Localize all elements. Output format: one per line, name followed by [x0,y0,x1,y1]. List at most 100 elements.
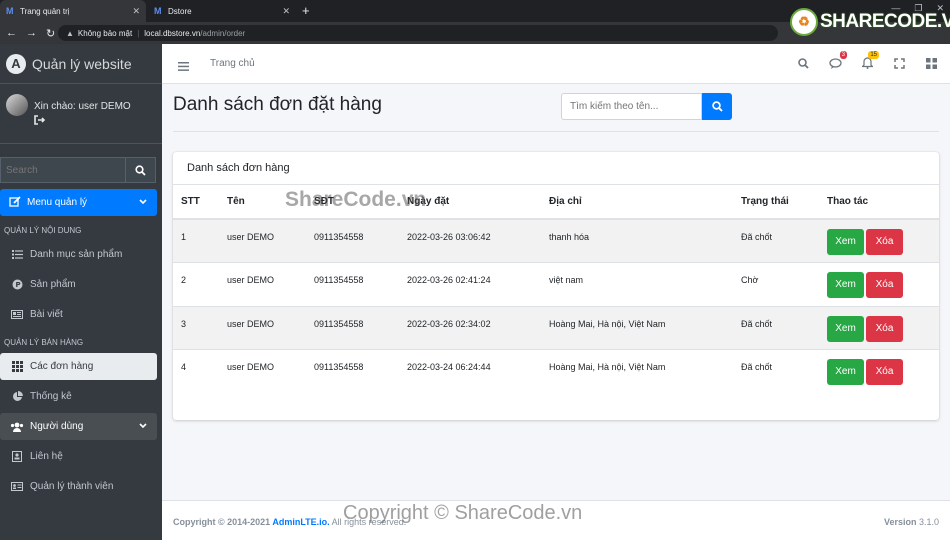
tab-label: Trang quản trị [20,6,70,16]
menu-toggle[interactable]: Menu quản lý [0,189,157,216]
footer-version: Version 3.1.0 [884,517,939,527]
back-icon[interactable]: ← [6,27,20,39]
cell-stt: 3 [173,305,219,350]
page-title: Danh sách đơn đặt hàng [173,94,382,115]
table-row: 1 user DEMO 0911354558 2022-03-26 03:06:… [173,218,939,263]
url-path: /admin/order [200,28,246,38]
sidebar-item-orders[interactable]: Các đơn hàng [0,353,157,380]
close-tab-icon[interactable]: ✕ [282,6,290,17]
sidebar-item-label: Các đơn hàng [30,361,94,372]
cell-address: Hoàng Mai, Hà nội, Việt Nam [541,305,733,350]
search-icon[interactable] [796,56,810,70]
sidebar-item-articles[interactable]: Bài viết [0,301,157,328]
delete-button[interactable]: Xóa [866,272,903,298]
user-greeting: Xin chào: user DEMO [34,101,131,112]
view-button[interactable]: Xem [827,272,864,298]
sidebar-item-label: Liên hệ [30,451,63,462]
browser-tab-dstore[interactable]: M Dstore ✕ [148,0,296,22]
top-icons: 3 15 [796,51,938,70]
sidebar-item-users[interactable]: Người dùng [0,413,157,440]
sidebar-item-categories[interactable]: Danh mục sản phẩm [0,241,157,268]
cell-name: user DEMO [219,262,306,306]
new-tab-button[interactable]: + [302,3,310,18]
order-search-button[interactable] [702,93,732,120]
delete-button[interactable]: Xóa [866,229,903,255]
cell-stt: 4 [173,349,219,393]
sidebar-item-label: Người dùng [30,421,84,432]
sidebar-item-label: Quản lý thành viên [30,481,114,492]
cell-stt: 2 [173,262,219,306]
cell-status: Đã chốt [733,349,819,393]
view-button[interactable]: Xem [827,229,864,255]
adminlte-link[interactable]: AdminLTE.io. [272,517,329,527]
brand-logo-icon: A [6,53,26,74]
sidebar-search [0,157,156,183]
cell-address: thanh hóa [541,218,733,263]
cell-actions: Xem Xóa [819,349,939,393]
cell-phone: 0911354558 [306,305,399,350]
cell-address: việt nam [541,262,733,306]
home-link[interactable]: Trang chủ [210,58,255,69]
cell-actions: Xem Xóa [819,262,939,306]
cell-actions: Xem Xóa [819,305,939,350]
svg-text:P: P [15,281,20,289]
logout-icon[interactable] [34,115,46,128]
section-header-sales: QUẢN LÝ BÁN HÀNG [4,338,84,347]
delete-button[interactable]: Xóa [866,359,903,385]
version-number: 3.1.0 [918,517,939,527]
sharecode-logo-icon: ♻ [790,8,818,36]
sidebar-search-button[interactable] [126,157,156,183]
sidebar-item-products[interactable]: P Sản phẩm [0,271,157,298]
sidebar-search-input[interactable] [0,157,126,183]
favicon-icon: M [154,5,162,16]
sidebar-item-members[interactable]: Quản lý thành viên [0,473,157,500]
browser-tab-admin[interactable]: M Trang quản trị ✕ [0,0,146,22]
url-field[interactable]: ▲ Không bảo mật | local.dbstore.vn /admi… [58,25,778,41]
hamburger-icon[interactable] [178,58,189,76]
table-row: 4 user DEMO 0911354558 2022-03-24 06:24:… [173,349,939,393]
tab-label: Dstore [168,6,192,16]
brand-text: Quản lý website [32,55,132,72]
column-header: Trạng thái [733,185,819,220]
cell-phone: 0911354558 [306,218,399,263]
cell-stt: 1 [173,218,219,263]
messages-icon[interactable]: 3 [828,51,847,70]
cell-name: user DEMO [219,305,306,350]
cell-date: 2022-03-26 02:34:02 [399,305,541,350]
bell-icon[interactable]: 15 [860,51,879,70]
forward-icon[interactable]: → [26,27,40,39]
pie-chart-icon [10,391,24,402]
id-card-icon [10,482,24,491]
view-button[interactable]: Xem [827,315,864,342]
sharecode-logo: ♻ SHARECODE.VN [790,8,950,36]
notifications-badge: 15 [868,51,879,59]
order-search-input[interactable] [561,93,702,120]
sidebar-item-contact[interactable]: Liên hệ [0,443,157,470]
cell-status: Đã chốt [733,305,819,350]
url-host: local.dbstore.vn [144,28,201,38]
sidebar-item-statistics[interactable]: Thống kê [0,383,157,410]
close-tab-icon[interactable]: ✕ [132,6,140,17]
view-button[interactable]: Xem [827,359,864,385]
top-navbar: Trang chủ 3 15 [162,44,950,84]
list-icon [10,250,24,259]
fullscreen-icon[interactable] [892,56,906,70]
edit-icon [9,195,21,210]
brand-link[interactable]: A Quản lý website [0,44,162,84]
messages-badge: 3 [839,51,847,59]
cell-status: Đã chốt [733,218,819,263]
apps-grid-icon[interactable] [924,56,938,70]
chevron-down-icon [139,421,147,432]
grid-icon [10,361,24,372]
sidebar: A Quản lý website Xin chào: user DEMO Me… [0,44,162,540]
card-title: Danh sách đơn hàng [187,162,290,174]
cell-name: user DEMO [219,218,306,263]
warning-icon: ▲ [66,28,74,38]
chevron-down-icon [139,197,147,208]
users-icon [10,422,24,432]
column-header: Thao tác [819,185,939,220]
delete-button[interactable]: Xóa [866,315,903,342]
article-icon [10,310,24,319]
url-separator: | [137,28,140,38]
avatar [6,94,28,116]
